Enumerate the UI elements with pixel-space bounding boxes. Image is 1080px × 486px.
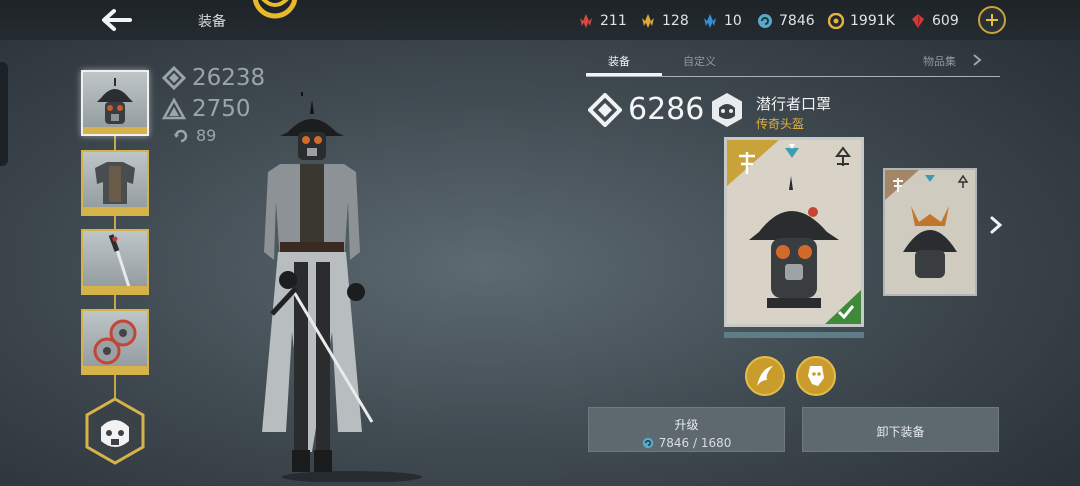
katana-icon	[108, 234, 131, 288]
armor-value: 2750	[192, 96, 251, 122]
card-durability-bar	[724, 332, 864, 338]
blue-shard-count: 10	[724, 13, 742, 29]
resource-gold-shard: 128	[640, 11, 689, 31]
tab-chevron-right-icon[interactable]	[972, 53, 982, 67]
resource-blue-shard: 10	[702, 11, 742, 31]
skill-perk-1[interactable]	[745, 356, 785, 396]
power-value: 26238	[192, 65, 266, 91]
upgrade-cost-value: 7846 / 1680	[658, 436, 732, 450]
active-tab-indicator	[586, 73, 662, 76]
slot-helmet[interactable]	[81, 70, 149, 136]
stalker-mask-art	[727, 140, 861, 324]
face-perk-icon	[808, 366, 824, 386]
rune-coin-icon	[642, 437, 653, 449]
item-power-icon	[588, 92, 622, 127]
resource-ruby: 609	[910, 11, 959, 31]
resource-red-shard: 211	[578, 11, 627, 31]
slot-ranged[interactable]	[81, 309, 149, 375]
item-power-value: 6286	[628, 92, 705, 127]
tab-customize[interactable]: 自定义	[683, 53, 716, 69]
screen-title: 装备	[198, 14, 226, 30]
red-shard-icon	[580, 14, 592, 28]
clan-emblem-icon[interactable]	[250, 0, 300, 24]
samurai-helmet-art	[885, 170, 969, 278]
unequip-label: 卸下装备	[876, 425, 925, 439]
character-model	[262, 92, 422, 482]
slot-armor[interactable]	[81, 150, 149, 216]
item-rarity-type: 传奇头盔	[756, 117, 805, 131]
item-power: 6286	[588, 92, 704, 127]
side-drawer-tab[interactable]	[0, 62, 8, 166]
item-card-alternate[interactable]	[883, 168, 977, 296]
resource-rune-coin: 7846	[757, 11, 815, 31]
gold-shard-count: 128	[662, 13, 689, 29]
item-name: 潜行者口罩	[756, 95, 832, 113]
level-stat: 89	[172, 126, 216, 145]
upgrade-button[interactable]: 升级 7846 / 1680	[588, 407, 785, 452]
rune-coin-icon	[758, 14, 772, 28]
next-item-chevron-icon[interactable]	[987, 214, 1005, 236]
coin-icon	[828, 13, 844, 29]
throwing-disc-icon	[93, 319, 137, 365]
unequip-button[interactable]: 卸下装备	[802, 407, 999, 452]
power-stat: 26238	[162, 65, 265, 91]
resource-coin: 1991K	[828, 11, 895, 31]
upgrade-label: 升级	[674, 418, 699, 432]
back-arrow-icon[interactable]	[96, 5, 136, 35]
slot-weapon[interactable]	[81, 229, 149, 295]
blue-shard-icon	[704, 14, 716, 28]
ruby-icon	[912, 14, 924, 28]
character-mask-hex-button[interactable]	[84, 397, 146, 465]
armor-icon	[95, 162, 135, 204]
dash-perk-icon	[757, 366, 773, 386]
level-cycle-icon	[174, 129, 188, 142]
item-card-selected[interactable]	[724, 137, 864, 327]
mask-hex-icon	[712, 93, 742, 127]
level-value: 89	[196, 126, 217, 145]
helmet-icon	[97, 78, 133, 124]
power-icon	[162, 66, 186, 90]
tab-equipment[interactable]: 装备	[608, 53, 630, 69]
ruby-count: 609	[932, 13, 959, 29]
armor-triangle-icon	[162, 97, 186, 120]
armor-stat: 2750	[162, 96, 251, 122]
add-currency-button[interactable]	[978, 6, 1006, 34]
skill-perk-2[interactable]	[796, 356, 836, 396]
red-shard-count: 211	[600, 13, 627, 29]
tab-item-sets[interactable]: 物品集	[923, 53, 956, 69]
upgrade-cost: 7846 / 1680	[589, 436, 784, 450]
coin-count: 1991K	[850, 13, 895, 29]
rune-coin-count: 7846	[779, 13, 815, 29]
gold-shard-icon	[642, 14, 654, 28]
